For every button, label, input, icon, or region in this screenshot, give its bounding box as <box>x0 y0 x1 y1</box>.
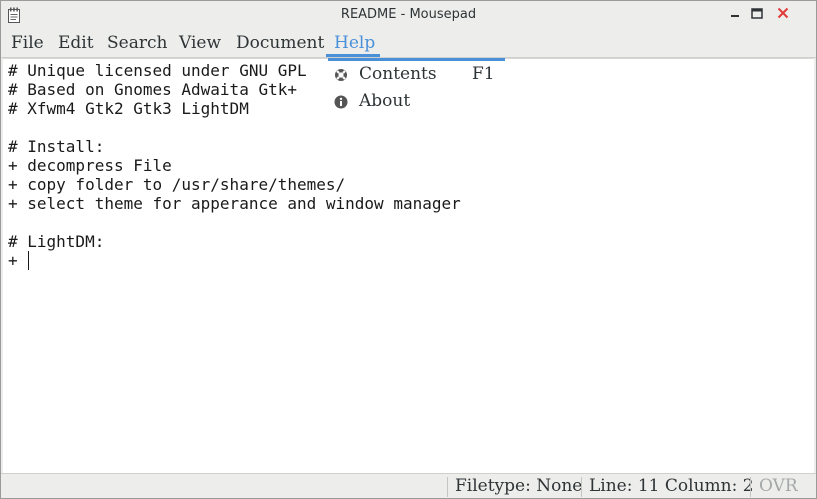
close-icon <box>777 7 789 19</box>
close-button[interactable] <box>771 3 795 23</box>
menu-search[interactable]: Search <box>99 29 175 57</box>
help-menu-dropdown: Contents F1 About <box>328 58 505 119</box>
editor-line: # Based on Gnomes Adwaita Gtk+ <box>8 80 297 99</box>
mousepad-window: README - Mousepad File Edit Search View … <box>0 0 817 499</box>
info-icon <box>334 95 348 109</box>
menu-item-about[interactable]: About <box>328 89 505 115</box>
editor-line: + select theme for apperance and window … <box>8 194 461 213</box>
menu-edit[interactable]: Edit <box>50 29 102 57</box>
menu-view[interactable]: View <box>171 29 229 57</box>
contents-shortcut: F1 <box>472 64 495 84</box>
help-buoy-icon <box>335 69 347 81</box>
editor-line: # Install: <box>8 137 105 156</box>
status-bar: Filetype: None Line: 11 Column: 2 OVR <box>1 473 816 498</box>
title-bar[interactable]: README - Mousepad <box>1 1 816 29</box>
text-cursor <box>28 251 30 270</box>
contents-label: Contents <box>359 64 437 84</box>
editor-line: # Xfwm4 Gtk2 Gtk3 LightDM <box>8 99 249 118</box>
status-separator <box>750 477 751 497</box>
status-separator <box>581 477 582 497</box>
editor-line: + decompress File <box>8 156 172 175</box>
editor-line: # LightDM: <box>8 232 105 251</box>
minimize-icon <box>731 15 739 17</box>
menu-document[interactable]: Document <box>228 29 332 57</box>
about-label: About <box>359 91 411 111</box>
overwrite-mode-status: OVR <box>759 476 798 496</box>
menu-help[interactable]: Help <box>326 29 380 57</box>
menu-item-contents[interactable]: Contents F1 <box>328 62 505 88</box>
text-editor[interactable]: # Unique licensed under GNU GPL # Based … <box>3 58 814 473</box>
filetype-status[interactable]: Filetype: None <box>455 476 582 496</box>
editor-line-current: + <box>8 251 30 270</box>
menu-file[interactable]: File <box>3 29 52 57</box>
maximize-icon <box>751 7 763 19</box>
menu-bar: File Edit Search View Document Help <box>1 29 816 58</box>
editor-line: # Unique licensed under GNU GPL <box>8 61 307 80</box>
menu-highlight-bar <box>328 58 505 61</box>
window-title: README - Mousepad <box>340 7 477 22</box>
cursor-position-status: Line: 11 Column: 2 <box>589 476 754 496</box>
minimize-button[interactable] <box>723 3 747 23</box>
editor-line-text: + <box>8 251 28 270</box>
maximize-button[interactable] <box>745 3 769 23</box>
editor-line: + copy folder to /usr/share/themes/ <box>8 175 346 194</box>
status-separator <box>447 477 448 497</box>
